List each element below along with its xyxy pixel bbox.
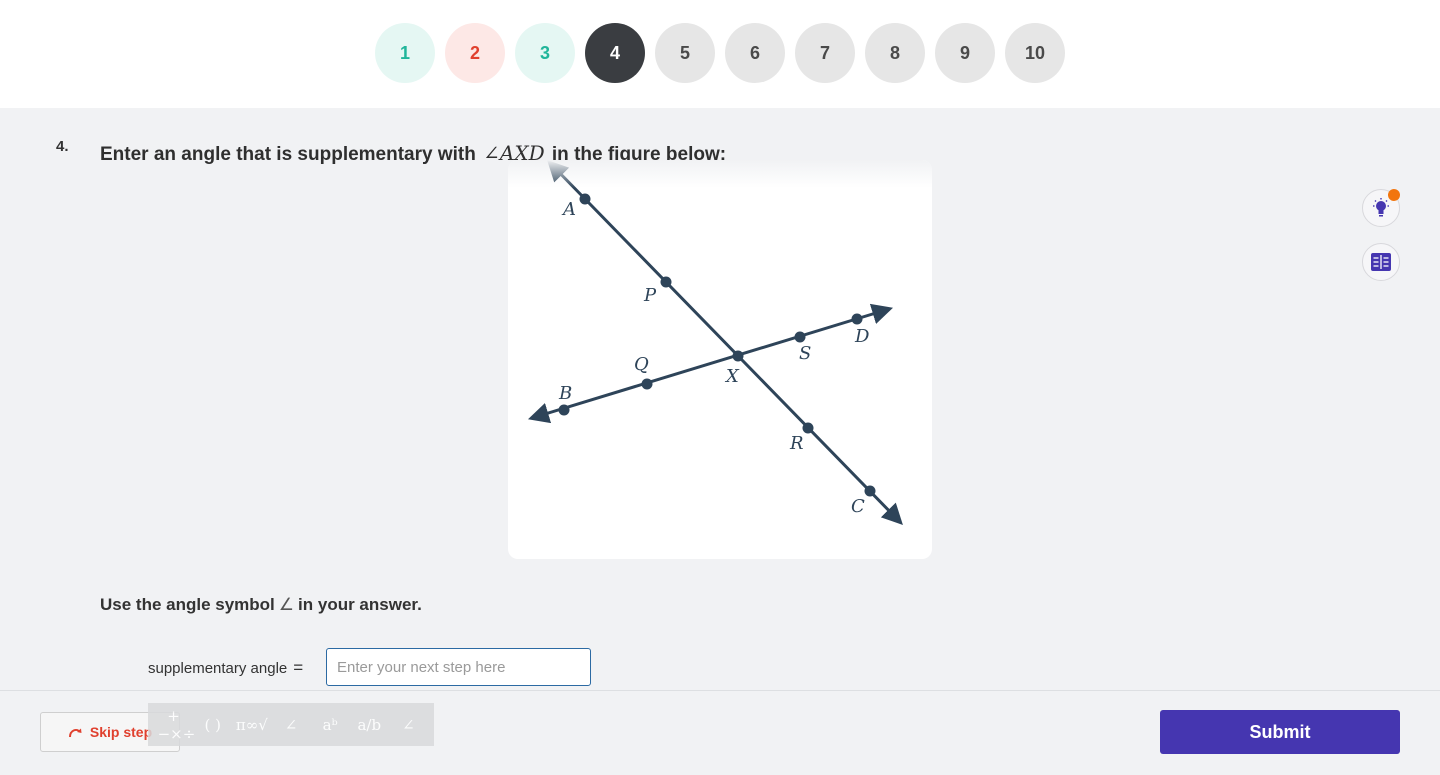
question-stepper: 1 2 3 4 5 6 7 8 9 10 [375,23,1065,83]
skip-arrow-icon [68,728,82,738]
instruction-after: in your answer. [298,595,422,614]
label-s: S [799,343,811,364]
line-ac [547,160,903,526]
exponent-tool[interactable]: aᵇ [314,716,346,734]
step-1[interactable]: 1 [375,23,435,83]
label-q: Q [634,354,649,375]
scroll-fade [508,160,932,188]
symbols-tool[interactable]: π∞√ [236,716,268,734]
parentheses-tool[interactable]: ( ) [197,716,229,734]
step-4[interactable]: 4 [585,23,645,83]
label-x: X [724,366,740,387]
question-text-before: Enter an angle that is supplementary wit… [100,144,476,165]
label-p: P [643,285,657,306]
fraction-tool[interactable]: a/b [353,716,385,734]
submit-button[interactable]: Submit [1160,710,1400,754]
label-c: C [851,496,865,517]
answer-label-text: supplementary angle [148,660,288,677]
answer-input[interactable] [326,648,591,686]
question-number: 4. [56,138,69,155]
angle-tool[interactable]: ∠ [275,716,307,734]
formula-sheet-button[interactable] [1362,243,1400,281]
point-b [558,404,570,416]
formula-sheet-icon [1371,253,1391,271]
line-bd [527,303,894,424]
equals-sign: = [293,658,304,677]
point-d [851,313,863,325]
angle-tool-2[interactable]: ∠ [392,716,424,734]
angle-symbol: ∠ [278,595,295,615]
step-8[interactable]: 8 [865,23,925,83]
math-input-toolbar: +−×÷ ( ) π∞√ ∠ aᵇ a/b ∠ [148,703,434,746]
step-7[interactable]: 7 [795,23,855,83]
lightbulb-icon [1373,198,1389,217]
operators-tool[interactable]: +−×÷ [158,707,196,743]
step-2[interactable]: 2 [445,23,505,83]
point-a [579,193,591,205]
instruction-text: Use the angle symbol ∠ in your answer. [100,595,422,615]
label-b: B [558,383,572,404]
label-r: R [789,433,804,454]
answer-label: supplementary angle = [148,658,303,678]
label-a: A [561,199,576,220]
label-d: D [854,326,870,347]
instruction-before: Use the angle symbol [100,595,275,614]
step-6[interactable]: 6 [725,23,785,83]
point-r [802,422,814,434]
geometry-figure: A P X R C B Q S D [508,160,932,559]
point-q [641,378,653,390]
point-x [732,350,744,362]
top-bar: 1 2 3 4 5 6 7 8 9 10 [0,0,1440,108]
intersecting-lines-diagram: A P X R C B Q S D [527,160,903,526]
skip-step-label: Skip step [89,724,153,740]
step-10[interactable]: 10 [1005,23,1065,83]
step-5[interactable]: 5 [655,23,715,83]
step-9[interactable]: 9 [935,23,995,83]
hint-notification-dot [1388,189,1400,201]
point-c [864,485,876,497]
point-p [660,276,672,288]
step-3[interactable]: 3 [515,23,575,83]
point-s [794,331,806,343]
